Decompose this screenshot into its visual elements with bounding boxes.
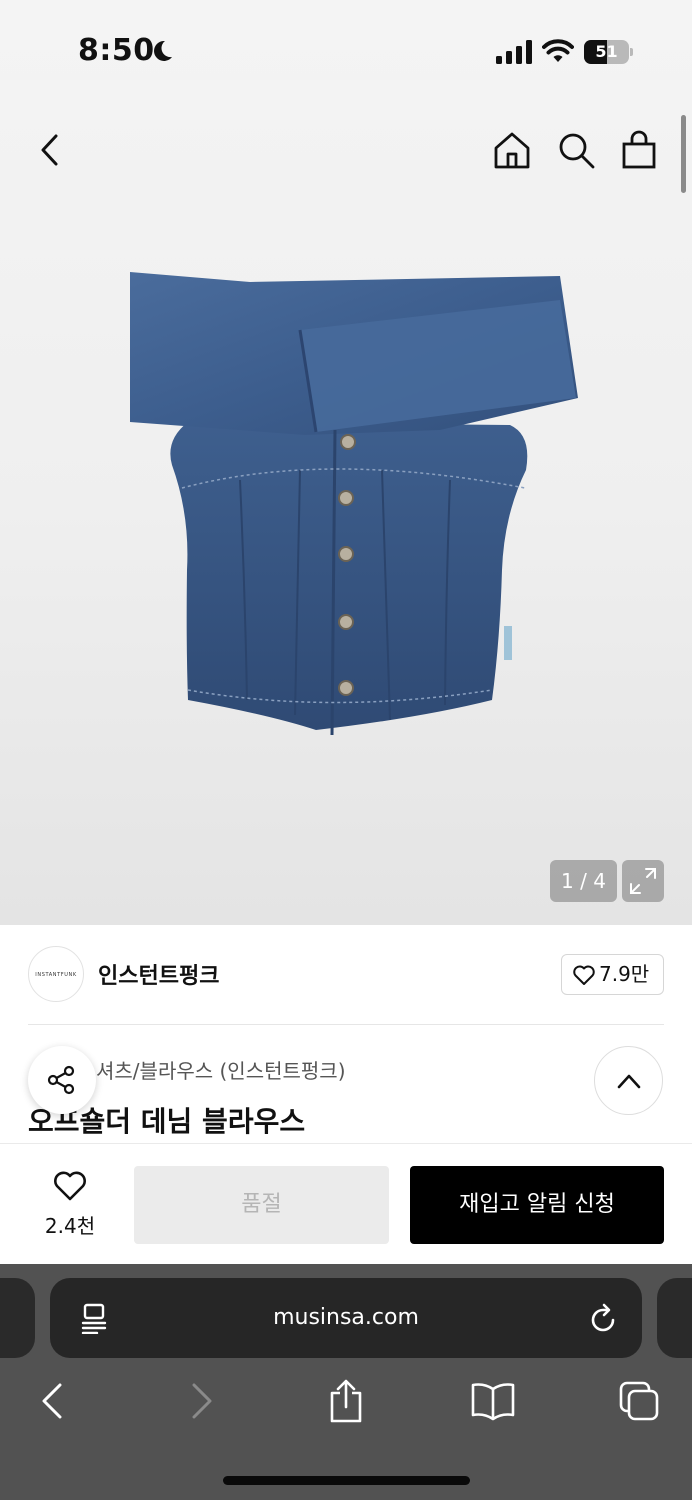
browser-forward-icon[interactable] — [188, 1379, 216, 1423]
status-time: 8:50 — [78, 33, 155, 68]
back-arrow-icon[interactable] — [34, 130, 66, 170]
bookmarks-icon[interactable] — [470, 1379, 516, 1423]
wifi-icon — [542, 39, 574, 62]
battery-cap — [630, 48, 633, 56]
product-detail-screen: 8:50 51 1 / 4 INSTANTFUNK 인스턴트펑크 7.9만 셔츠… — [0, 0, 692, 1500]
battery-indicator: 51 — [584, 40, 634, 64]
scroll-indicator — [681, 115, 686, 193]
wishlist-button[interactable]: 2.4천 — [30, 1166, 110, 1238]
browser-back-icon[interactable] — [38, 1379, 66, 1423]
home-icon[interactable] — [492, 130, 532, 170]
battery-level: 51 — [595, 42, 618, 61]
brand-logo[interactable]: INSTANTFUNK — [28, 946, 84, 1002]
home-indicator[interactable] — [223, 1476, 470, 1485]
heart-icon — [54, 1171, 86, 1201]
share-button[interactable] — [28, 1046, 96, 1114]
address-url: musinsa.com — [273, 1305, 419, 1330]
page-menu-icon[interactable] — [80, 1302, 108, 1334]
moon-icon — [154, 40, 172, 61]
wishlist-count: 2.4천 — [44, 1214, 96, 1238]
product-category[interactable]: 셔츠/블라우스 (인스턴트펑크) — [96, 1055, 346, 1084]
search-icon[interactable] — [556, 130, 596, 170]
heart-outline-icon — [573, 965, 595, 985]
brand-like-count: 7.9만 — [599, 962, 650, 986]
tabs-overview-icon[interactable] — [618, 1379, 660, 1423]
scroll-to-top-button[interactable] — [594, 1046, 663, 1115]
product-hero: 8:50 51 1 / 4 — [0, 0, 692, 925]
chevron-up-icon — [617, 1074, 641, 1089]
browser-share-icon[interactable] — [326, 1379, 366, 1423]
shopping-bag-icon[interactable] — [619, 130, 659, 170]
brand-like-button[interactable]: 7.9만 — [561, 954, 664, 995]
expand-image-button[interactable] — [622, 860, 664, 902]
image-counter: 1 / 4 — [550, 860, 617, 902]
browser-toolbar: musinsa.com — [0, 1264, 692, 1500]
address-bar[interactable]: musinsa.com — [50, 1278, 642, 1358]
share-nodes-icon — [47, 1065, 75, 1095]
section-divider — [28, 1024, 664, 1025]
purchase-bar: 2.4천 품절 재입고 알림 신청 — [0, 1143, 692, 1264]
restock-alert-button[interactable]: 재입고 알림 신청 — [410, 1166, 664, 1244]
soldout-button[interactable]: 품절 — [134, 1166, 389, 1244]
cellular-signal-icon — [496, 40, 532, 64]
brand-name[interactable]: 인스턴트펑크 — [98, 958, 219, 990]
denim-top-product-image[interactable] — [120, 260, 590, 750]
expand-icon — [630, 868, 656, 894]
next-tab-preview[interactable] — [657, 1278, 692, 1358]
status-bar: 8:50 51 — [0, 0, 692, 100]
reload-icon[interactable] — [588, 1302, 618, 1334]
battery-body: 51 — [584, 40, 629, 64]
previous-tab-preview[interactable] — [0, 1278, 35, 1358]
